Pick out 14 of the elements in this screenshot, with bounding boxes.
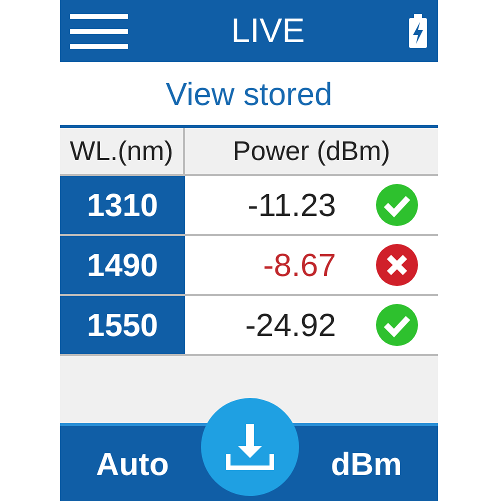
column-header: WL.(nm) (60, 128, 185, 174)
wavelength-cell: 1490 (60, 236, 185, 294)
wavelength-cell: 1310 (60, 176, 185, 234)
battery-icon (408, 14, 428, 48)
power-reading: -8.67 (263, 246, 336, 285)
power-reading: -24.92 (245, 306, 336, 345)
download-icon (226, 424, 274, 470)
wavelength-cell: 1550 (60, 296, 185, 354)
column-header: Power (dBm) (232, 134, 392, 168)
power-reading: -11.23 (248, 186, 336, 225)
mode-label[interactable]: Auto (96, 440, 169, 488)
menu-icon[interactable] (70, 12, 128, 50)
unit-label[interactable]: dBm (330, 440, 402, 488)
screen-title: LIVE (231, 10, 305, 52)
